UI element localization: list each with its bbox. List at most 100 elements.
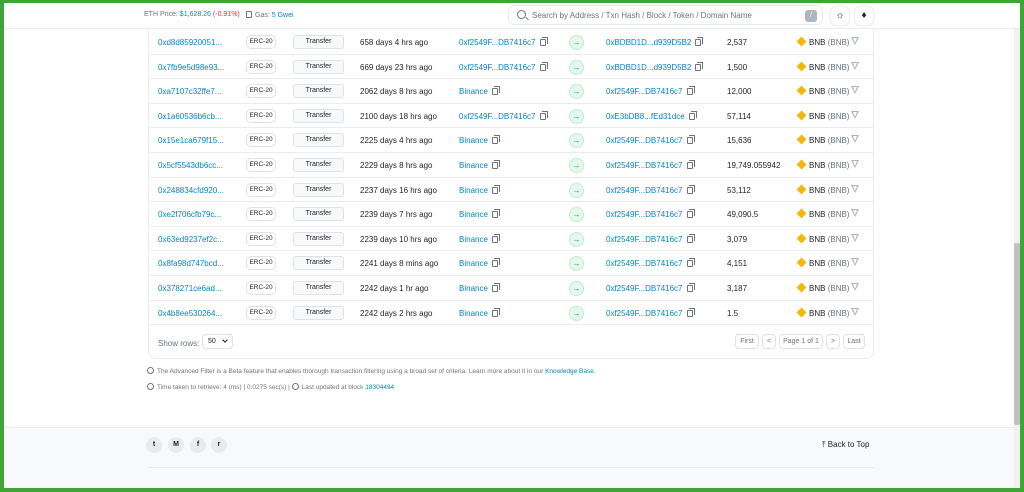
to-address-link[interactable]: 0xE3bDB8...fEd31dce <box>606 112 685 121</box>
to-address-link[interactable]: 0xf2549F...DB7416c7 <box>606 284 683 293</box>
copy-icon[interactable] <box>491 135 500 145</box>
filter-icon[interactable] <box>851 86 859 95</box>
txn-hash-link[interactable]: 0x4b8ee530264... <box>158 309 222 318</box>
token-cell[interactable]: BNB (BNB) <box>796 36 849 47</box>
copy-icon[interactable] <box>539 37 548 46</box>
copy-icon[interactable] <box>686 258 695 268</box>
from-address-link[interactable]: Binance <box>459 136 488 145</box>
token-cell[interactable]: BNB (BNB) <box>796 85 849 96</box>
to-address-link[interactable]: 0xBDBD1D...d939D5B2 <box>606 38 691 47</box>
copy-icon[interactable] <box>695 37 704 46</box>
filter-icon[interactable] <box>851 184 859 193</box>
to-address-link[interactable]: 0xf2549F...DB7416c7 <box>606 210 683 219</box>
from-address-link[interactable]: Binance <box>459 259 488 268</box>
copy-icon[interactable] <box>491 86 500 96</box>
to-address-link[interactable]: 0xf2549F...DB7416c7 <box>606 235 683 244</box>
block-link[interactable]: 18304494 <box>365 384 394 391</box>
scrollbar-thumb[interactable] <box>1014 243 1020 425</box>
token-cell[interactable]: BNB (BNB) <box>796 159 849 170</box>
copy-icon[interactable] <box>686 135 695 145</box>
txn-hash-link[interactable]: 0x63ed9237ef2c... <box>158 235 224 244</box>
copy-icon[interactable] <box>491 184 500 194</box>
filter-icon[interactable] <box>851 258 859 267</box>
token-cell[interactable]: BNB (BNB) <box>796 208 849 219</box>
filter-icon[interactable] <box>851 160 859 168</box>
first-page-button[interactable]: First <box>735 334 759 349</box>
copy-icon[interactable] <box>539 61 548 71</box>
copy-icon[interactable] <box>491 258 500 268</box>
from-address-link[interactable]: Binance <box>459 87 488 96</box>
to-address-link[interactable]: 0xBDBD1D...d939D5B2 <box>606 63 691 72</box>
token-cell[interactable]: BNB (BNB) <box>796 110 849 121</box>
eth-price-value[interactable]: $1,628.26 <box>180 11 211 18</box>
filter-icon[interactable] <box>851 61 859 70</box>
filter-icon[interactable] <box>851 209 859 218</box>
txn-hash-link[interactable]: 0x8fa98d747bcd... <box>158 259 224 268</box>
search-bar[interactable]: Search by Address / Txn Hash / Block / T… <box>508 5 823 25</box>
from-address-link[interactable]: 0xf2549F...DB7416c7 <box>459 63 536 72</box>
gas-value[interactable]: 5 Gwei <box>272 12 294 19</box>
txn-hash-link[interactable]: 0x5cf5543db6cc... <box>158 161 223 170</box>
copy-icon[interactable] <box>686 233 695 243</box>
from-address-link[interactable]: Binance <box>459 161 488 170</box>
to-address-link[interactable]: 0xf2549F...DB7416c7 <box>606 161 683 170</box>
search-input[interactable]: Search by Address / Txn Hash / Block / T… <box>532 11 752 20</box>
txn-hash-link[interactable]: 0x378271ce6ad... <box>158 284 222 293</box>
facebook-icon[interactable]: f <box>190 437 206 453</box>
to-address-link[interactable]: 0xf2549F...DB7416c7 <box>606 136 683 145</box>
txn-hash-link[interactable]: 0x248834cfd920... <box>158 186 224 195</box>
from-address-link[interactable]: 0xf2549F...DB7416c7 <box>459 38 536 47</box>
back-to-top-link[interactable]: ⤒ Back to Top <box>822 440 869 450</box>
filter-icon[interactable] <box>851 37 859 45</box>
to-address-link[interactable]: 0xf2549F...DB7416c7 <box>606 87 683 96</box>
copy-icon[interactable] <box>491 209 500 219</box>
copy-icon[interactable] <box>688 110 697 120</box>
filter-icon[interactable] <box>851 110 859 119</box>
twitter-icon[interactable]: t <box>146 437 162 453</box>
token-cell[interactable]: BNB (BNB) <box>796 184 849 195</box>
txn-hash-link[interactable]: 0x7fb9e5d98e93... <box>158 63 224 72</box>
to-address-link[interactable]: 0xf2549F...DB7416c7 <box>606 259 683 268</box>
token-cell[interactable]: BNB (BNB) <box>796 134 849 145</box>
txn-hash-link[interactable]: 0x1a60536b6cb... <box>158 112 222 121</box>
from-address-link[interactable]: Binance <box>459 210 488 219</box>
txn-hash-link[interactable]: 0xd8d85920051... <box>158 38 222 47</box>
copy-icon[interactable] <box>491 307 500 317</box>
filter-icon[interactable] <box>851 283 859 291</box>
copy-icon[interactable] <box>686 307 695 317</box>
to-address-link[interactable]: 0xf2549F...DB7416c7 <box>606 309 683 318</box>
token-cell[interactable]: BNB (BNB) <box>796 257 849 268</box>
sun-icon[interactable]: ☼ <box>830 6 850 26</box>
copy-icon[interactable] <box>695 61 704 71</box>
token-cell[interactable]: BNB (BNB) <box>796 61 849 72</box>
from-address-link[interactable]: Binance <box>459 284 488 293</box>
txn-hash-link[interactable]: 0xa7107c32ffe7... <box>158 87 221 96</box>
ethereum-icon[interactable]: ♦ <box>854 6 874 26</box>
reddit-icon[interactable]: r <box>211 437 227 453</box>
copy-icon[interactable] <box>491 160 500 169</box>
from-address-link[interactable]: Binance <box>459 309 488 318</box>
knowledge-base-link[interactable]: Knowledge Base <box>545 368 594 375</box>
filter-icon[interactable] <box>851 233 859 242</box>
txn-hash-link[interactable]: 0x15e1ca679f15... <box>158 136 224 145</box>
copy-icon[interactable] <box>491 283 500 292</box>
medium-icon[interactable]: M <box>168 437 184 453</box>
filter-icon[interactable] <box>851 307 859 316</box>
copy-icon[interactable] <box>686 160 695 169</box>
prev-page-button[interactable]: < <box>762 334 776 349</box>
from-address-link[interactable]: 0xf2549F...DB7416c7 <box>459 112 536 121</box>
copy-icon[interactable] <box>686 283 695 292</box>
token-cell[interactable]: BNB (BNB) <box>796 233 849 244</box>
token-cell[interactable]: BNB (BNB) <box>796 307 849 318</box>
copy-icon[interactable] <box>539 110 548 120</box>
from-address-link[interactable]: Binance <box>459 186 488 195</box>
copy-icon[interactable] <box>686 209 695 219</box>
copy-icon[interactable] <box>686 184 695 194</box>
token-cell[interactable]: BNB (BNB) <box>796 282 849 293</box>
next-page-button[interactable]: > <box>826 334 840 349</box>
rows-per-page-select[interactable]: 50 <box>202 334 233 349</box>
from-address-link[interactable]: Binance <box>459 235 488 244</box>
copy-icon[interactable] <box>686 86 695 96</box>
last-page-button[interactable]: Last <box>843 334 865 349</box>
copy-icon[interactable] <box>491 233 500 243</box>
